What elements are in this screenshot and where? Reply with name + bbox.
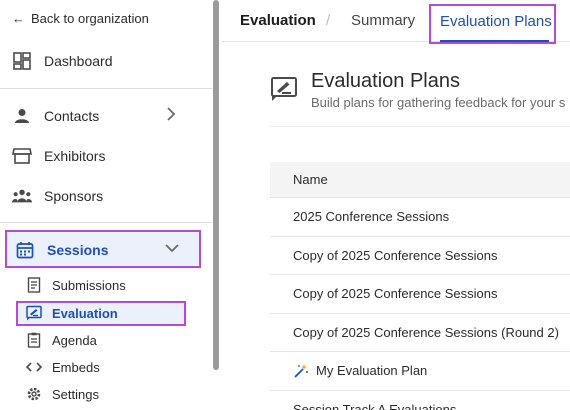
sidebar-item-label: Sponsors xyxy=(44,188,104,204)
row-name: Session Track A Evaluations xyxy=(293,401,457,410)
tab-separator: / xyxy=(326,12,331,29)
storefront-icon xyxy=(12,146,32,166)
sidebar-item-label: Exhibitors xyxy=(44,148,106,164)
table-row[interactable]: Session Track A Evaluations xyxy=(270,391,570,410)
back-link-label: Back to organization xyxy=(31,11,149,26)
table-row[interactable]: My Evaluation Plan xyxy=(270,352,570,391)
divider xyxy=(0,222,212,223)
sidebar-item-dashboard[interactable]: Dashboard xyxy=(12,51,113,71)
sidebar-subitem-submissions[interactable]: Submissions xyxy=(26,277,126,293)
sidebar-subitem-evaluation[interactable]: Evaluation xyxy=(16,301,186,326)
sidebar-subitem-label: Settings xyxy=(52,386,99,402)
sidebar-item-label: Contacts xyxy=(44,108,100,124)
evaluation-plans-table: Name 2025 Conference Sessions Copy of 20… xyxy=(270,162,570,410)
sidebar-item-contacts[interactable]: Contacts xyxy=(12,106,99,126)
evaluation-row: Evaluation xyxy=(26,305,118,321)
sidebar-scrollbar[interactable] xyxy=(213,0,219,370)
calendar-icon xyxy=(15,240,35,260)
row-name: Copy of 2025 Conference Sessions (Round … xyxy=(293,324,559,340)
page-subtitle: Build plans for gathering feedback for y… xyxy=(311,95,566,110)
person-icon xyxy=(12,106,32,126)
page-title: Evaluation Plans xyxy=(311,70,460,92)
sidebar-subitem-label: Submissions xyxy=(52,277,126,293)
arrow-left-icon: ← xyxy=(12,11,25,26)
sidebar-subitem-embeds[interactable]: Embeds xyxy=(26,359,100,375)
gear-icon xyxy=(26,386,42,402)
sidebar-subitem-label: Agenda xyxy=(52,332,97,348)
tab-evaluation-plans[interactable]: Evaluation Plans xyxy=(429,4,556,44)
table-row[interactable]: Copy of 2025 Conference Sessions xyxy=(270,237,570,275)
table-row[interactable]: 2025 Conference Sessions xyxy=(270,198,570,237)
table-header-name[interactable]: Name xyxy=(270,162,570,198)
group-icon xyxy=(12,186,32,206)
evaluation-icon xyxy=(26,305,42,321)
main-content: Evaluation / Summary Evaluation Plans Ev… xyxy=(222,0,570,410)
divider xyxy=(270,126,570,127)
tab-evaluation[interactable]: Evaluation xyxy=(240,12,316,29)
sessions-row: Sessions xyxy=(15,240,108,260)
table-row[interactable]: Copy of 2025 Conference Sessions xyxy=(270,275,570,314)
sidebar-item-exhibitors[interactable]: Exhibitors xyxy=(12,146,105,166)
sidebar-item-label: Sessions xyxy=(47,242,109,258)
sidebar-item-label: Dashboard xyxy=(44,53,113,69)
tab-bar: Evaluation / Summary Evaluation Plans xyxy=(222,0,570,44)
tab-evaluation-plans-label: Evaluation Plans xyxy=(440,13,552,30)
agenda-icon xyxy=(26,332,42,348)
sidebar-subitem-label: Evaluation xyxy=(52,305,118,321)
chevron-right-icon[interactable] xyxy=(165,106,177,127)
sidebar-subitem-settings[interactable]: Settings xyxy=(26,386,99,402)
table-row[interactable]: Copy of 2025 Conference Sessions (Round … xyxy=(270,314,570,352)
chevron-down-icon[interactable] xyxy=(164,241,180,259)
row-name: 2025 Conference Sessions xyxy=(293,209,450,225)
sidebar-item-sponsors[interactable]: Sponsors xyxy=(12,186,103,206)
document-icon xyxy=(26,277,42,293)
sidebar: ← Back to organization Dashboard Contact… xyxy=(0,0,220,410)
dashboard-icon xyxy=(12,51,32,71)
sidebar-subitem-agenda[interactable]: Agenda xyxy=(26,332,97,348)
evaluation-plans-icon xyxy=(270,75,298,103)
row-name: Copy of 2025 Conference Sessions xyxy=(293,247,498,263)
back-to-organization-link[interactable]: ← Back to organization xyxy=(12,11,149,26)
row-name: Copy of 2025 Conference Sessions xyxy=(293,286,498,302)
magic-wand-icon xyxy=(293,363,309,379)
row-name: My Evaluation Plan xyxy=(316,363,428,379)
divider xyxy=(0,88,212,89)
active-tab-indicator xyxy=(440,40,549,42)
code-icon xyxy=(26,359,42,375)
sidebar-subitem-label: Embeds xyxy=(52,359,100,375)
tab-summary[interactable]: Summary xyxy=(351,12,415,29)
